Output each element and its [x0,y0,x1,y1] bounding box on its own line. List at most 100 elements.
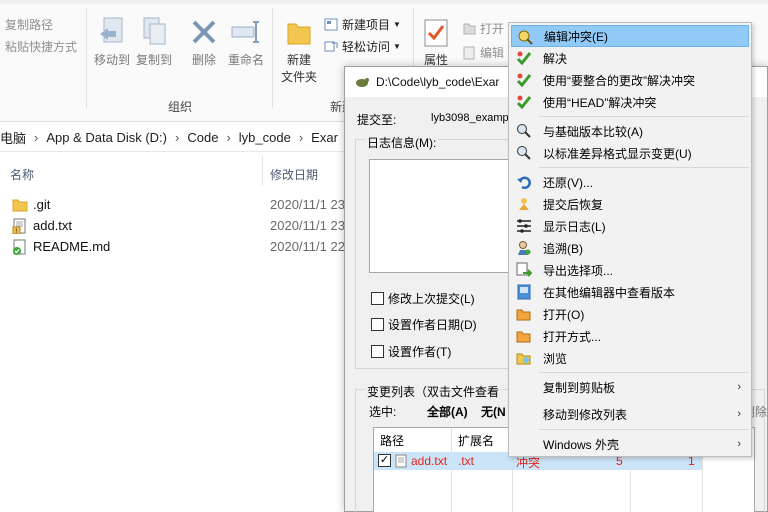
row-checkbox[interactable]: ✓ [378,454,391,467]
easy-access-icon [324,41,338,52]
column-divider[interactable] [262,156,263,186]
file-row-add-txt[interactable]: ! add.txt 2020/11/1 23 [0,215,360,236]
select-label: 选中: [369,405,397,419]
menu-item-restore-after-commit[interactable]: 提交后恢复 [511,193,749,215]
file-row-git[interactable]: .git 2020/11/1 23 [0,194,360,215]
new-folder-button[interactable]: 新建 文件夹 [278,16,320,85]
breadcrumb-this-pc[interactable]: 电脑 [0,128,26,147]
tortoisegit-icon [356,78,369,87]
file-row-readme[interactable]: README.md 2020/11/1 22 [0,236,360,257]
open-label: 打开 [480,22,505,36]
edit-button[interactable]: 编辑 [462,44,504,61]
edit-conflict-icon [518,30,533,45]
menu-item-export[interactable]: 导出选择项... [511,259,749,281]
revert-icon [517,176,531,189]
move-to-label: 移动到 [93,53,130,67]
menu-item-label: 移动到修改列表 [543,407,628,422]
conflict-file-icon: ! [12,218,26,234]
file-name: .git [33,197,51,212]
set-author-checkbox[interactable]: 设置作者(T) [371,343,451,360]
file-date: 2020/11/1 23 [270,218,345,233]
menu-item-label: 在其他编辑器中查看版本 [543,285,676,300]
copy-path-button[interactable]: 复制路径 [5,16,53,33]
menu-item-open-with[interactable]: 打开方式... [511,325,749,347]
checkbox-box[interactable] [371,318,384,331]
menu-item-blame[interactable]: 追溯(B) [511,237,749,259]
restore-after-commit-icon [519,198,529,210]
rename-button[interactable]: 重命名 [226,16,266,68]
paste-shortcut-button[interactable]: 粘贴快捷方式 [5,38,77,55]
easy-access-button[interactable]: 轻松访问 ▼ [324,38,401,55]
row-path: add.txt [411,454,448,468]
menu-item-label: 以标准差异格式显示变更(U) [543,146,692,161]
properties-icon [424,19,448,47]
menu-item-label: 显示日志(L) [543,219,606,234]
menu-item-label: 打开(O) [543,307,585,322]
move-to-icon [100,17,123,43]
changes-label: 变更列表（双击文件查看 [365,383,502,400]
set-author-date-checkbox[interactable]: 设置作者日期(D) [371,316,477,333]
delete-button[interactable]: 删除 [186,16,222,68]
menu-item-label: 复制到剪贴板 [543,380,616,395]
column-header-name[interactable]: 名称 [10,166,34,183]
list-header-ext[interactable]: 扩展名 [458,428,494,452]
edit-label: 编辑 [480,46,505,60]
view-other-editor-icon [517,284,531,300]
set-author-date-label: 设置作者日期(D) [388,318,477,332]
menu-item-edit-conflicts[interactable]: 编辑冲突(E) [511,25,749,47]
menu-item-show-log[interactable]: 显示日志(L) [511,215,749,237]
menu-item-resolve-theirs[interactable]: 使用“要整合的更改”解决冲突 [511,69,749,91]
properties-label: 属性 [423,53,448,67]
menu-item-label: 打开方式... [543,329,602,344]
chevron-right-icon: › [737,381,741,393]
select-none-link[interactable]: 无(N [481,403,506,420]
menu-item-open[interactable]: 打开(O) [511,303,749,325]
menu-item-copy-to-clipboard[interactable]: 复制到剪贴板 › [511,376,749,398]
breadcrumb-example[interactable]: Exar [311,130,338,145]
menu-item-label: Windows 外壳 [543,437,620,452]
menu-item-move-to-changelist[interactable]: 移动到修改列表 › [511,403,749,425]
menu-item-label: 编辑冲突(E) [544,29,608,44]
diff-base-icon [517,124,531,138]
file-name: add.txt [33,218,73,233]
amend-checkbox[interactable]: 修改上次提交(L) [371,290,475,307]
log-message-label: 日志信息(M): [365,134,439,151]
checkbox-box[interactable] [371,292,384,305]
menu-item-unified-diff[interactable]: 以标准差异格式显示变更(U) [511,142,749,164]
copy-to-label: 复制到 [135,53,172,67]
properties-button[interactable]: 属性 [418,18,454,68]
svg-text:!: ! [15,228,17,234]
chevron-right-icon: › [34,130,39,145]
breadcrumb-lyb-code[interactable]: lyb_code [239,130,291,145]
copy-to-button[interactable]: 复制到 [134,16,174,68]
unified-diff-icon [517,146,531,160]
menu-item-view-in-other-editor[interactable]: 在其他编辑器中查看版本 [511,281,749,303]
dialog-title: D:\Code\lyb_code\Exar [376,75,500,89]
chevron-right-icon: › [737,438,741,450]
menu-item-resolve[interactable]: 解决 [511,47,749,69]
normal-file-icon [13,239,26,255]
select-all-link[interactable]: 全部(A) [427,403,468,420]
open-button[interactable]: 打开 [462,20,504,37]
menu-item-diff-base[interactable]: 与基础版本比较(A) [511,120,749,142]
move-to-button[interactable]: 移动到 [92,16,132,68]
column-header-modified[interactable]: 修改日期 [270,166,318,183]
copy-to-icon [143,17,166,45]
breadcrumb-drive[interactable]: App & Data Disk (D:) [46,130,167,145]
open-icon [463,23,476,35]
menu-item-label: 浏览 [543,351,568,366]
menu-item-label: 使用“要整合的更改”解决冲突 [543,73,695,88]
checkbox-box[interactable] [371,345,384,358]
chevron-down-icon: ▼ [393,20,401,29]
menu-item-browse[interactable]: 浏览 [511,347,749,369]
new-item-button[interactable]: 新建项目 ▼ [324,16,401,33]
list-header-path[interactable]: 路径 [380,428,404,452]
menu-separator [539,372,749,373]
menu-item-label: 追溯(B) [543,241,583,256]
breadcrumb-code[interactable]: Code [187,130,218,145]
menu-item-label: 导出选择项... [543,263,614,278]
log-message-input[interactable] [369,159,519,273]
menu-item-windows-shell[interactable]: Windows 外壳 › [511,433,749,455]
menu-item-resolve-mine[interactable]: 使用“HEAD”解决冲突 [511,91,749,113]
menu-item-revert[interactable]: 还原(V)... [511,171,749,193]
